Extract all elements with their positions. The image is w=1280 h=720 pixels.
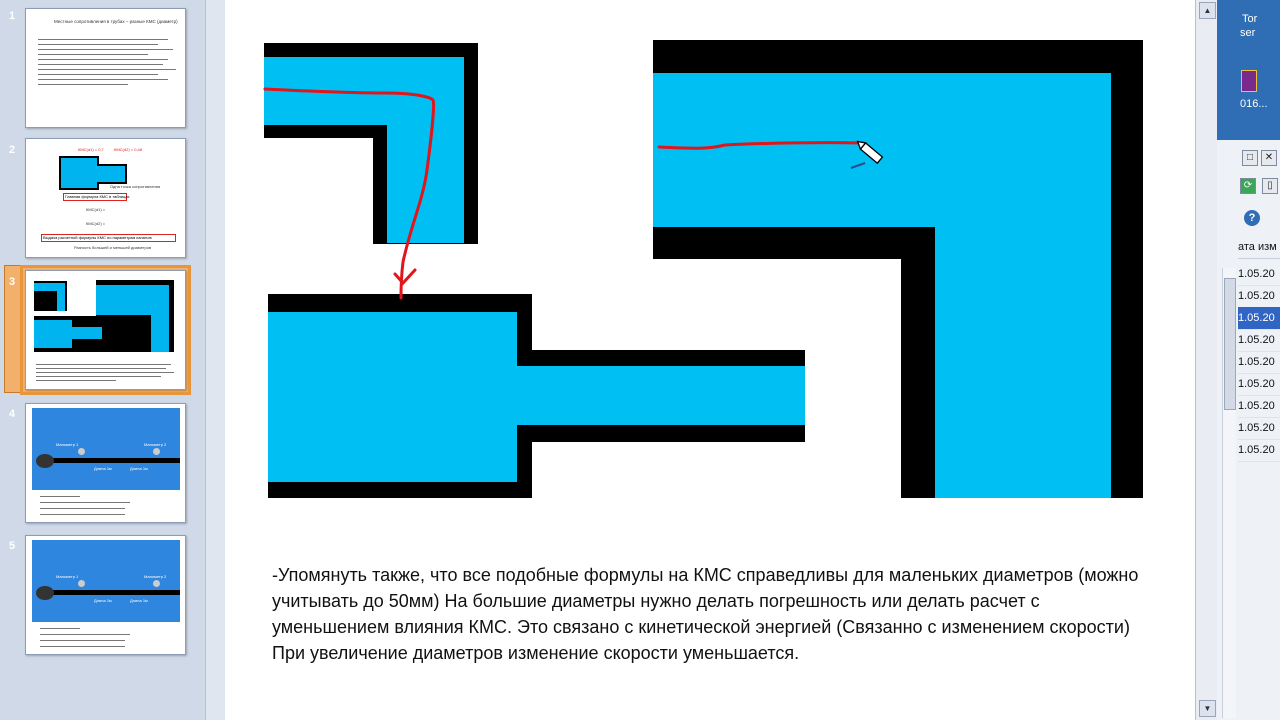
refresh-icon[interactable]: ⟳ xyxy=(1240,178,1256,194)
date-list-item[interactable]: 1.05.20 xyxy=(1238,329,1280,352)
thumbnail-number: 4 xyxy=(9,408,16,420)
slide-scrollbar[interactable]: ▲ ▼ xyxy=(1195,0,1218,720)
slide-thumbnail-5[interactable]: Манометр 1 Манометр 2 Длина 1м Длина 1м xyxy=(25,535,186,655)
scroll-thumb[interactable] xyxy=(1224,278,1236,410)
ink-annotations xyxy=(263,87,884,300)
ink-mark xyxy=(850,162,866,169)
slide-thumbnail-3[interactable] xyxy=(20,265,191,395)
scroll-down-button[interactable]: ▼ xyxy=(1199,700,1216,717)
thumbnail-title: Местные сопротивления в трубах – разные … xyxy=(54,19,178,24)
view-icon[interactable]: ▯ xyxy=(1262,178,1278,194)
scroll-up-button[interactable]: ▲ xyxy=(1199,2,1216,19)
close-icon[interactable]: ✕ xyxy=(1261,150,1277,166)
ink-stroke-arrow xyxy=(263,87,436,300)
date-list-item[interactable]: 1.05.20 xyxy=(1238,395,1280,418)
slide-thumbnail-4[interactable]: Манометр 1 Манометр 2 Длина 1м Длина 1м xyxy=(25,403,186,523)
date-list-item[interactable]: 1.05.20 xyxy=(1238,307,1280,330)
pane-splitter[interactable] xyxy=(205,0,226,720)
thumbnail-number: 1 xyxy=(9,10,16,22)
thumbnail-number: 5 xyxy=(9,540,16,552)
maximize-icon[interactable]: □ xyxy=(1242,150,1258,166)
date-list-item[interactable]: 1.05.20 xyxy=(1238,263,1280,286)
date-list-item[interactable]: 1.05.20 xyxy=(1238,373,1280,396)
date-list-item[interactable]: 1.05.20 xyxy=(1238,351,1280,374)
slide-notes-text: -Упомянуть также, что все подобные форму… xyxy=(272,565,1139,663)
date-list-item[interactable]: 1.05.20 xyxy=(1238,439,1280,462)
slide-thumbnail-pane[interactable]: 1 Местные сопротивления в трубах – разны… xyxy=(0,0,206,720)
thumbnail-number: 3 xyxy=(9,276,16,288)
thumbnail-number: 2 xyxy=(9,144,16,156)
date-list-item[interactable]: 1.05.20 xyxy=(1238,285,1280,308)
ink-arrowhead xyxy=(393,268,417,286)
slide-canvas[interactable]: -Упомянуть также, что все подобные форму… xyxy=(225,0,1195,720)
slide-thumbnail-1[interactable]: Местные сопротивления в трубах – разные … xyxy=(25,8,186,128)
desktop-strip: Tor ser 016... xyxy=(1217,0,1280,140)
ink-stroke-line xyxy=(657,141,864,150)
pen-cursor-icon xyxy=(856,140,884,165)
archive-icon[interactable] xyxy=(1241,70,1257,92)
list-scrollbar[interactable] xyxy=(1222,268,1236,718)
date-column-header[interactable]: ата изм xyxy=(1238,236,1280,259)
slide-thumbnail-2[interactable]: КМС(d1) = 0,7 КМС(d2) = 0,48 Одна точка … xyxy=(25,138,186,258)
date-list-item[interactable]: 1.05.20 xyxy=(1238,417,1280,440)
help-icon[interactable]: ? xyxy=(1244,210,1260,226)
